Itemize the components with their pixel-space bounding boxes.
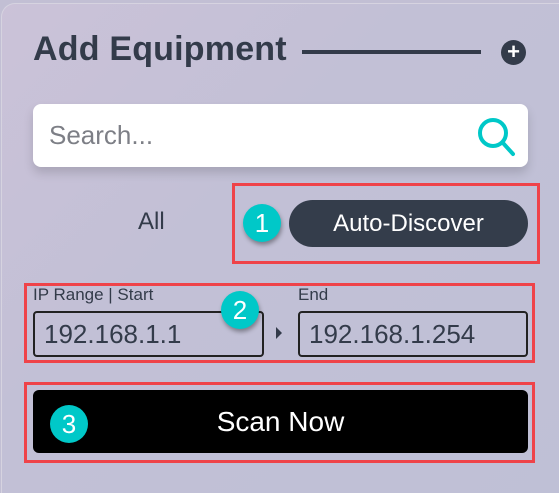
annotation-badge-3: 3 bbox=[50, 405, 88, 443]
title-divider bbox=[302, 50, 481, 54]
annotation-badge-1: 1 bbox=[243, 204, 281, 242]
search-input[interactable] bbox=[49, 104, 469, 167]
highlight-box-2 bbox=[24, 283, 535, 363]
highlight-box-3 bbox=[24, 382, 535, 463]
filter-all-tab[interactable]: All bbox=[138, 208, 165, 236]
annotation-badge-2: 2 bbox=[221, 291, 259, 329]
search-box bbox=[33, 104, 528, 167]
plus-circle-icon[interactable]: + bbox=[501, 40, 526, 65]
search-icon[interactable] bbox=[477, 116, 517, 158]
page-title: Add Equipment bbox=[33, 30, 287, 68]
